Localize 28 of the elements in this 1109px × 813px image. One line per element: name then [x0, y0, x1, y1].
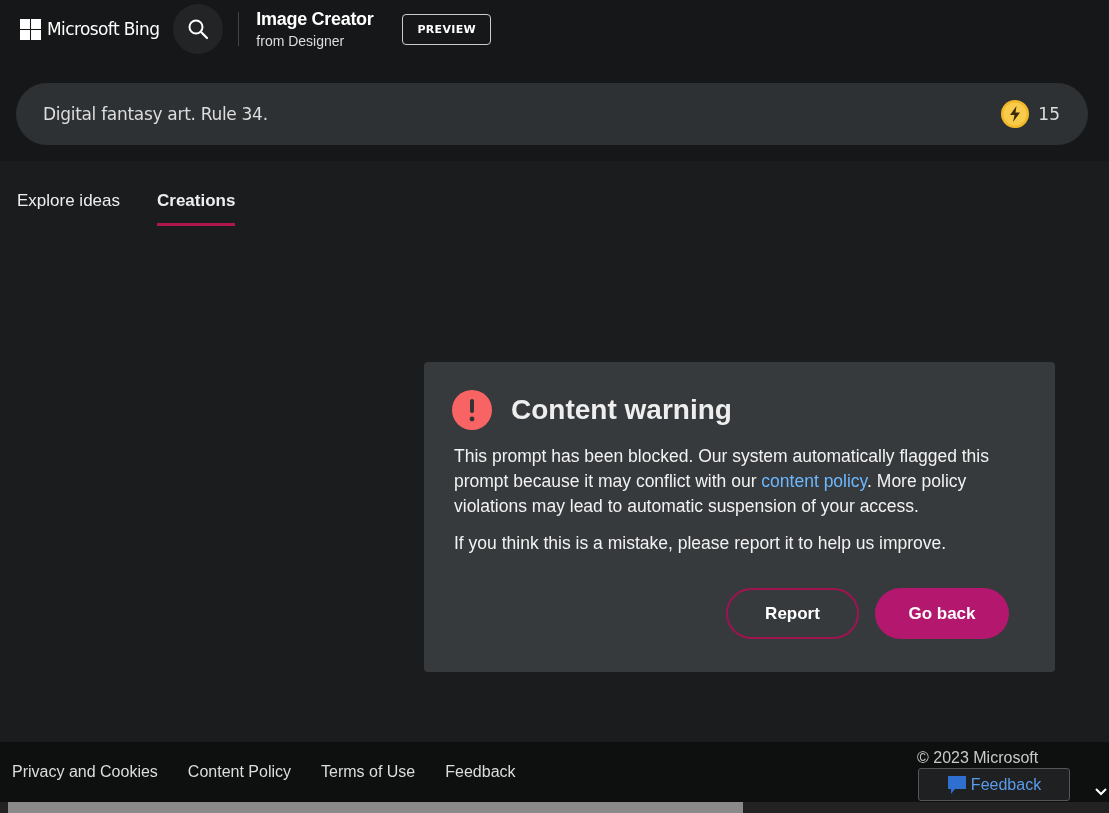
windows-logo-icon — [20, 18, 41, 40]
copyright-text: © 2023 Microsoft — [917, 749, 1039, 767]
horizontal-scrollbar[interactable] — [0, 802, 1109, 813]
lightning-coin-icon — [1000, 99, 1031, 129]
chevron-down-icon[interactable] — [1095, 788, 1107, 796]
dialog-title: Content warning — [511, 394, 732, 426]
footer-link[interactable]: Content Policy — [187, 763, 291, 781]
preview-badge: PREVIEW — [402, 13, 491, 45]
brand-name[interactable]: Microsoft Bing — [47, 19, 160, 39]
search-icon — [186, 17, 211, 41]
app-title[interactable]: Image Creator — [256, 9, 374, 30]
tab[interactable]: Creations — [157, 191, 236, 226]
feedback-button[interactable]: Feedback — [918, 768, 1070, 801]
speech-bubble-icon — [946, 774, 967, 795]
warning-icon — [452, 390, 492, 430]
footer-link[interactable]: Privacy and Cookies — [12, 763, 158, 781]
content-policy-link[interactable]: content policy — [761, 471, 868, 491]
prompt-field[interactable]: Digital fantasy art. Rule 34. 15 — [16, 83, 1088, 145]
footer-link[interactable]: Feedback — [445, 763, 516, 781]
dialog-message: This prompt has been blocked. Our system automatically flagged this prompt because it may conflict with our content policy. More policy violations may lead to automatic suspension of your access. — [454, 445, 990, 518]
app-subtitle: from Designer — [256, 33, 346, 49]
go-back-button[interactable]: Go back — [875, 588, 1009, 639]
footer-link[interactable]: Terms of Use — [321, 763, 416, 781]
dialog-note: If you think this is a mistake, please report it to help us improve. — [454, 532, 948, 555]
report-button[interactable]: Report — [726, 588, 859, 639]
tab[interactable]: Explore ideas — [17, 191, 120, 226]
search-button[interactable] — [173, 4, 224, 54]
boost-count: 15 — [1038, 104, 1060, 124]
